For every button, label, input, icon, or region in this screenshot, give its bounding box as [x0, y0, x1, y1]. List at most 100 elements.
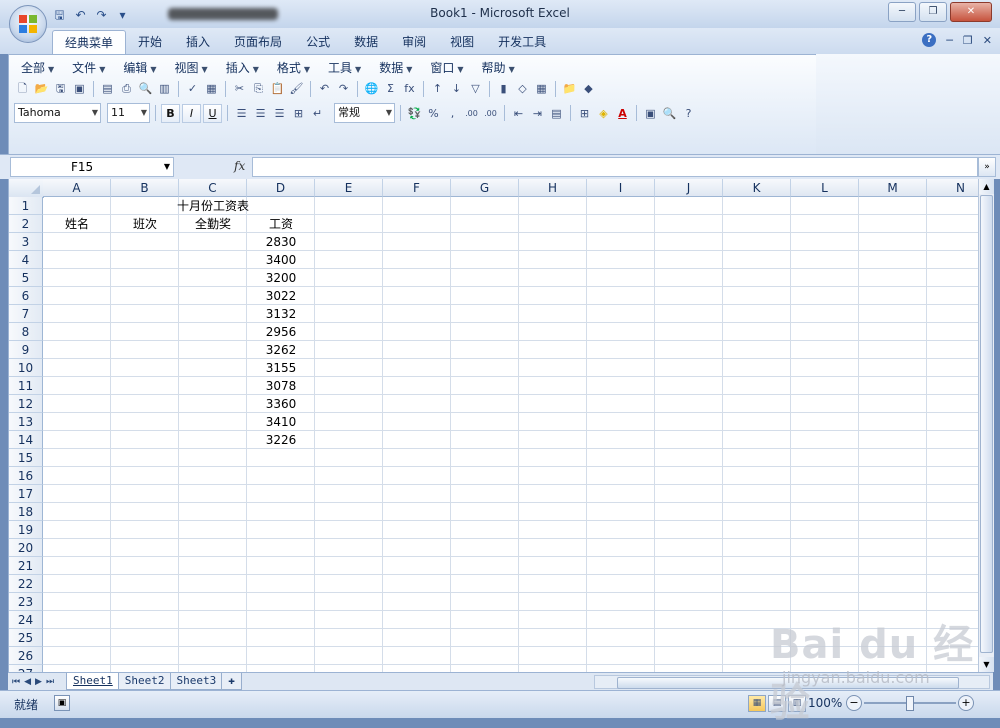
column-header-e[interactable]: E	[315, 179, 383, 197]
row-header-18[interactable]: 18	[9, 503, 43, 521]
row-header-13[interactable]: 13	[9, 413, 43, 431]
expand-formula-bar-icon[interactable]: »	[978, 157, 996, 177]
cell-salary-value[interactable]: 3200	[247, 269, 315, 287]
column-header-i[interactable]: I	[587, 179, 655, 197]
hyperlink-icon[interactable]: 🌐	[363, 80, 380, 97]
ribbon-close-icon[interactable]: ✕	[983, 34, 992, 47]
menu-data[interactable]: 数据 ▼	[370, 59, 421, 77]
currency-icon[interactable]: 💱	[406, 105, 423, 122]
number-format-combo[interactable]: 常规 ▼	[334, 103, 395, 123]
cell-salary-value[interactable]: 3132	[247, 305, 315, 323]
menu-view[interactable]: 视图 ▼	[166, 59, 217, 77]
cell-salary-value[interactable]: 3410	[247, 413, 315, 431]
office-button[interactable]	[9, 5, 47, 43]
menu-file[interactable]: 文件 ▼	[63, 59, 114, 77]
decrease-decimal-button[interactable]: .00	[482, 105, 499, 122]
cell-salary-value[interactable]: 3155	[247, 359, 315, 377]
row-header-25[interactable]: 25	[9, 629, 43, 647]
row-header-8[interactable]: 8	[9, 323, 43, 341]
tab-classic-menu[interactable]: 经典菜单	[52, 30, 127, 55]
autosum-icon[interactable]: Σ	[382, 80, 399, 97]
column-header-j[interactable]: J	[655, 179, 723, 197]
dropdown-icon[interactable]: ▼	[164, 158, 170, 176]
translate-icon[interactable]: ▦	[203, 80, 220, 97]
column-header-h[interactable]: H	[519, 179, 587, 197]
research-icon[interactable]: ▥	[156, 80, 173, 97]
column-header-b[interactable]: B	[111, 179, 179, 197]
tab-home[interactable]: 开始	[126, 30, 174, 54]
close-button[interactable]: ✕	[950, 2, 992, 22]
vertical-scroll-thumb[interactable]	[980, 195, 993, 653]
restore-button[interactable]: ❐	[919, 2, 947, 22]
sort-ascending-icon[interactable]: ↑	[429, 80, 446, 97]
align-right-icon[interactable]: ☰	[271, 105, 288, 122]
font-name-combo[interactable]: Tahoma ▼	[14, 103, 101, 123]
row-header-20[interactable]: 20	[9, 539, 43, 557]
cell-title[interactable]: 十月份工资表	[111, 197, 315, 215]
menu-edit[interactable]: 编辑 ▼	[114, 59, 165, 77]
format-painter-icon[interactable]: 🖌	[288, 80, 305, 97]
cell-header-salary[interactable]: 工资	[247, 215, 315, 233]
style-icon[interactable]: ◆	[580, 80, 597, 97]
normal-view-icon[interactable]: ▦	[748, 695, 766, 712]
column-header-l[interactable]: L	[791, 179, 859, 197]
vertical-scrollbar[interactable]: ▲ ▼	[978, 179, 994, 672]
column-header-d[interactable]: D	[247, 179, 315, 197]
increase-indent-icon[interactable]: ⇥	[529, 105, 546, 122]
find-icon[interactable]: 🔍	[661, 105, 678, 122]
underline-button[interactable]: U	[203, 103, 222, 123]
sheet-tab-3[interactable]: Sheet3	[169, 673, 224, 690]
last-sheet-icon[interactable]: ⏭	[46, 674, 54, 690]
row-header-2[interactable]: 2	[9, 215, 43, 233]
column-header-c[interactable]: C	[179, 179, 247, 197]
row-header-27[interactable]: 27	[9, 665, 43, 672]
picture-icon[interactable]: ▣	[642, 105, 659, 122]
bold-button[interactable]: B	[161, 103, 180, 123]
cell-salary-value[interactable]: 2956	[247, 323, 315, 341]
first-sheet-icon[interactable]: ⏮	[12, 674, 20, 690]
print-preview-icon[interactable]: 🔍	[137, 80, 154, 97]
name-box[interactable]: F15 ▼	[10, 157, 174, 177]
column-header-g[interactable]: G	[451, 179, 519, 197]
ribbon-restore-icon[interactable]: ❐	[963, 34, 973, 47]
tab-insert[interactable]: 插入	[174, 30, 222, 54]
spelling-icon[interactable]: ✓	[184, 80, 201, 97]
minimize-button[interactable]: ─	[888, 2, 916, 22]
menu-all[interactable]: 全部 ▼	[12, 59, 63, 77]
align-left-icon[interactable]: ☰	[233, 105, 250, 122]
row-header-5[interactable]: 5	[9, 269, 43, 287]
percent-button[interactable]: %	[425, 105, 442, 122]
cell-header-bonus[interactable]: 全勤奖	[179, 215, 247, 233]
align-center-icon[interactable]: ☰	[252, 105, 269, 122]
sort-descending-icon[interactable]: ↓	[448, 80, 465, 97]
tab-formulas[interactable]: 公式	[294, 30, 342, 54]
macro-record-icon[interactable]: ▣	[54, 695, 70, 711]
cell-salary-value[interactable]: 3078	[247, 377, 315, 395]
tab-page-layout[interactable]: 页面布局	[222, 30, 294, 54]
copy-icon[interactable]: ⎘	[250, 80, 267, 97]
merge-center-icon[interactable]: ⊞	[290, 105, 307, 122]
cell-header-name[interactable]: 姓名	[43, 215, 111, 233]
cell-salary-value[interactable]: 2830	[247, 233, 315, 251]
new-document-icon[interactable]: 🗋	[14, 80, 31, 97]
fill-color-icon[interactable]: ◈	[595, 105, 612, 122]
cell-salary-value[interactable]: 3262	[247, 341, 315, 359]
increase-decimal-button[interactable]: .00	[463, 105, 480, 122]
chart-icon[interactable]: ▮	[495, 80, 512, 97]
row-header-1[interactable]: 1	[9, 197, 43, 215]
column-header-a[interactable]: A	[43, 179, 111, 197]
borders-icon[interactable]: ⊞	[576, 105, 593, 122]
function-icon[interactable]: fx	[401, 80, 418, 97]
cell-salary-value[interactable]: 3400	[247, 251, 315, 269]
wrap-text-icon[interactable]: ↵	[309, 105, 326, 122]
row-header-12[interactable]: 12	[9, 395, 43, 413]
cell-salary-value[interactable]: 3360	[247, 395, 315, 413]
cell-salary-value[interactable]: 3226	[247, 431, 315, 449]
formula-input[interactable]	[252, 157, 978, 177]
row-header-15[interactable]: 15	[9, 449, 43, 467]
tab-data[interactable]: 数据	[342, 30, 390, 54]
row-header-23[interactable]: 23	[9, 593, 43, 611]
ribbon-minimize-icon[interactable]: ─	[946, 34, 953, 47]
folder-icon[interactable]: 📁	[561, 80, 578, 97]
column-header-f[interactable]: F	[383, 179, 451, 197]
